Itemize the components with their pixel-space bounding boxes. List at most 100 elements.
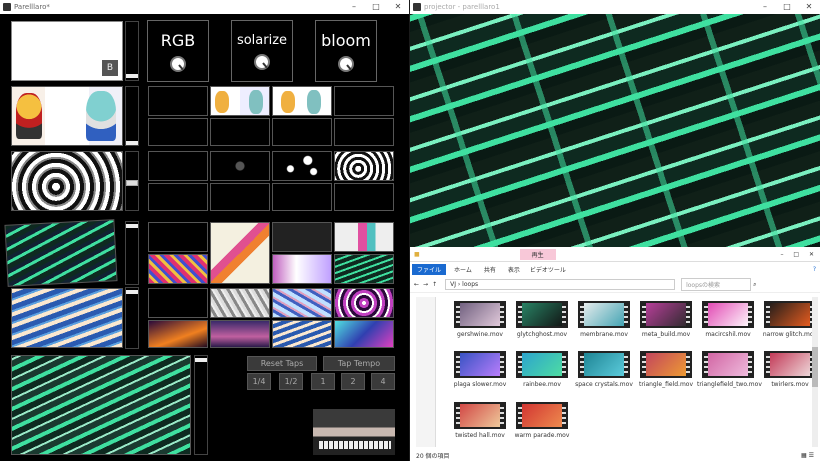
clip-slot[interactable]	[210, 222, 270, 284]
division-two-button[interactable]: 2	[341, 373, 365, 390]
channel-fader-1[interactable]	[125, 21, 139, 81]
minimize-button[interactable]: –	[343, 0, 365, 14]
ribbon-tab-home[interactable]: ホーム	[454, 265, 472, 274]
clip-slot[interactable]	[210, 288, 270, 318]
ribbon-tab-file[interactable]: ファイル	[412, 263, 447, 275]
clip-slot[interactable]	[272, 118, 332, 146]
clip-slot[interactable]	[148, 288, 208, 318]
clip-slot[interactable]	[272, 320, 332, 348]
window-title: Parelllaro*	[14, 3, 50, 11]
address-bar: ← → ↑ VJ › loops loopsの検索 ⌕	[410, 277, 820, 293]
clip-slot[interactable]	[334, 118, 394, 146]
clip-slot[interactable]	[334, 254, 394, 284]
back-icon[interactable]: ←	[414, 281, 419, 288]
channel-preview-3[interactable]	[11, 151, 123, 211]
tap-tempo-button[interactable]: Tap Tempo	[323, 356, 395, 371]
ribbon-tab-video-tools[interactable]: ビデオツール	[530, 265, 566, 274]
clip-slot[interactable]	[334, 222, 394, 252]
clip-slot[interactable]	[210, 118, 270, 146]
view-toggle-icon[interactable]: ▦ ☰	[801, 452, 814, 459]
channel-preview-4[interactable]	[4, 219, 118, 287]
video-thumbnail	[516, 402, 568, 429]
clip-slot[interactable]	[148, 222, 208, 252]
navigation-pane[interactable]	[416, 297, 436, 447]
division-four-button[interactable]: 4	[371, 373, 395, 390]
clip-slot[interactable]	[148, 254, 208, 284]
clip-slot[interactable]	[210, 183, 270, 211]
file-name: twisted hall.mov	[455, 432, 505, 439]
preview-slot-b[interactable]: B	[11, 21, 123, 81]
clip-slot[interactable]	[272, 183, 332, 211]
ribbon-tab-share[interactable]: 共有	[484, 265, 496, 274]
knob-icon[interactable]	[338, 56, 354, 72]
clip-slot[interactable]	[334, 151, 394, 181]
video-thumbnail	[454, 351, 506, 378]
clip-slot[interactable]	[210, 86, 270, 116]
division-one-button[interactable]: 1	[311, 373, 335, 390]
close-button[interactable]: ✕	[387, 0, 409, 14]
channel-preview-5[interactable]	[11, 288, 123, 348]
app-icon	[3, 3, 11, 11]
minimize-button[interactable]: –	[780, 251, 783, 258]
up-icon[interactable]: ↑	[432, 281, 437, 288]
clip-slot[interactable]	[148, 118, 208, 146]
search-input[interactable]: loopsの検索	[681, 278, 752, 291]
title-tab[interactable]: 再生	[519, 248, 556, 260]
minimize-button[interactable]: –	[754, 0, 776, 14]
clip-slot[interactable]	[148, 320, 208, 348]
controller-window: Parelllaro* – □ ✕ B RGB solarize bloom R…	[0, 0, 409, 461]
channel-fader-5[interactable]	[125, 287, 139, 349]
maximize-button[interactable]: □	[365, 0, 387, 14]
keyboard-image	[319, 441, 391, 449]
effect-solarize[interactable]: solarize	[231, 20, 293, 82]
ribbon-tab-view[interactable]: 表示	[508, 265, 520, 274]
scrollbar[interactable]	[812, 297, 818, 447]
close-button[interactable]: ✕	[809, 251, 814, 258]
channel-fader-2[interactable]	[125, 86, 139, 146]
reset-taps-button[interactable]: Reset Taps	[247, 356, 317, 371]
clip-slot[interactable]	[334, 86, 394, 116]
fader-knob[interactable]	[195, 358, 207, 362]
file-name: rainbee.mov	[523, 381, 561, 388]
effect-rgb[interactable]: RGB	[147, 20, 209, 82]
fader-knob[interactable]	[126, 74, 138, 78]
address-path[interactable]: VJ › loops	[445, 279, 676, 290]
channel-fader-4[interactable]	[125, 221, 139, 285]
file-name: plaga slower.mov	[453, 381, 507, 388]
fader-knob[interactable]	[126, 290, 138, 294]
clip-slot[interactable]	[334, 320, 394, 348]
clip-slot[interactable]	[272, 86, 332, 116]
close-button[interactable]: ✕	[798, 0, 820, 14]
clip-slot[interactable]	[334, 183, 394, 211]
clip-thumbnail	[281, 91, 295, 113]
channel-preview-2[interactable]	[11, 86, 123, 146]
help-icon[interactable]: ?	[813, 266, 816, 273]
search-icon[interactable]: ⌕	[753, 281, 756, 289]
division-half-button[interactable]: 1/2	[279, 373, 303, 390]
division-quarter-button[interactable]: 1/4	[247, 373, 271, 390]
clip-slot[interactable]	[272, 254, 332, 284]
video-thumbnail	[702, 301, 754, 328]
clip-slot[interactable]	[272, 151, 332, 181]
clip-slot[interactable]	[272, 288, 332, 318]
knob-icon[interactable]	[254, 54, 270, 70]
clip-slot[interactable]	[148, 151, 208, 181]
clip-slot[interactable]	[272, 222, 332, 252]
clip-slot[interactable]	[334, 288, 394, 318]
file-name: triangle_field.mov	[638, 381, 694, 388]
effect-bloom[interactable]: bloom	[315, 20, 377, 82]
channel-fader-3[interactable]	[125, 151, 139, 211]
knob-icon[interactable]	[170, 56, 186, 72]
fader-knob[interactable]	[126, 180, 138, 186]
clip-slot[interactable]	[210, 151, 270, 181]
fader-knob[interactable]	[126, 224, 138, 228]
fader-knob[interactable]	[126, 141, 138, 145]
effect-label: solarize	[236, 33, 288, 48]
forward-icon[interactable]: →	[423, 281, 428, 288]
clip-slot[interactable]	[210, 320, 270, 348]
maximize-button[interactable]: □	[776, 0, 798, 14]
maximize-button[interactable]: □	[793, 251, 799, 258]
master-fader[interactable]	[194, 355, 208, 455]
clip-slot[interactable]	[148, 86, 208, 116]
clip-slot[interactable]	[148, 183, 208, 211]
